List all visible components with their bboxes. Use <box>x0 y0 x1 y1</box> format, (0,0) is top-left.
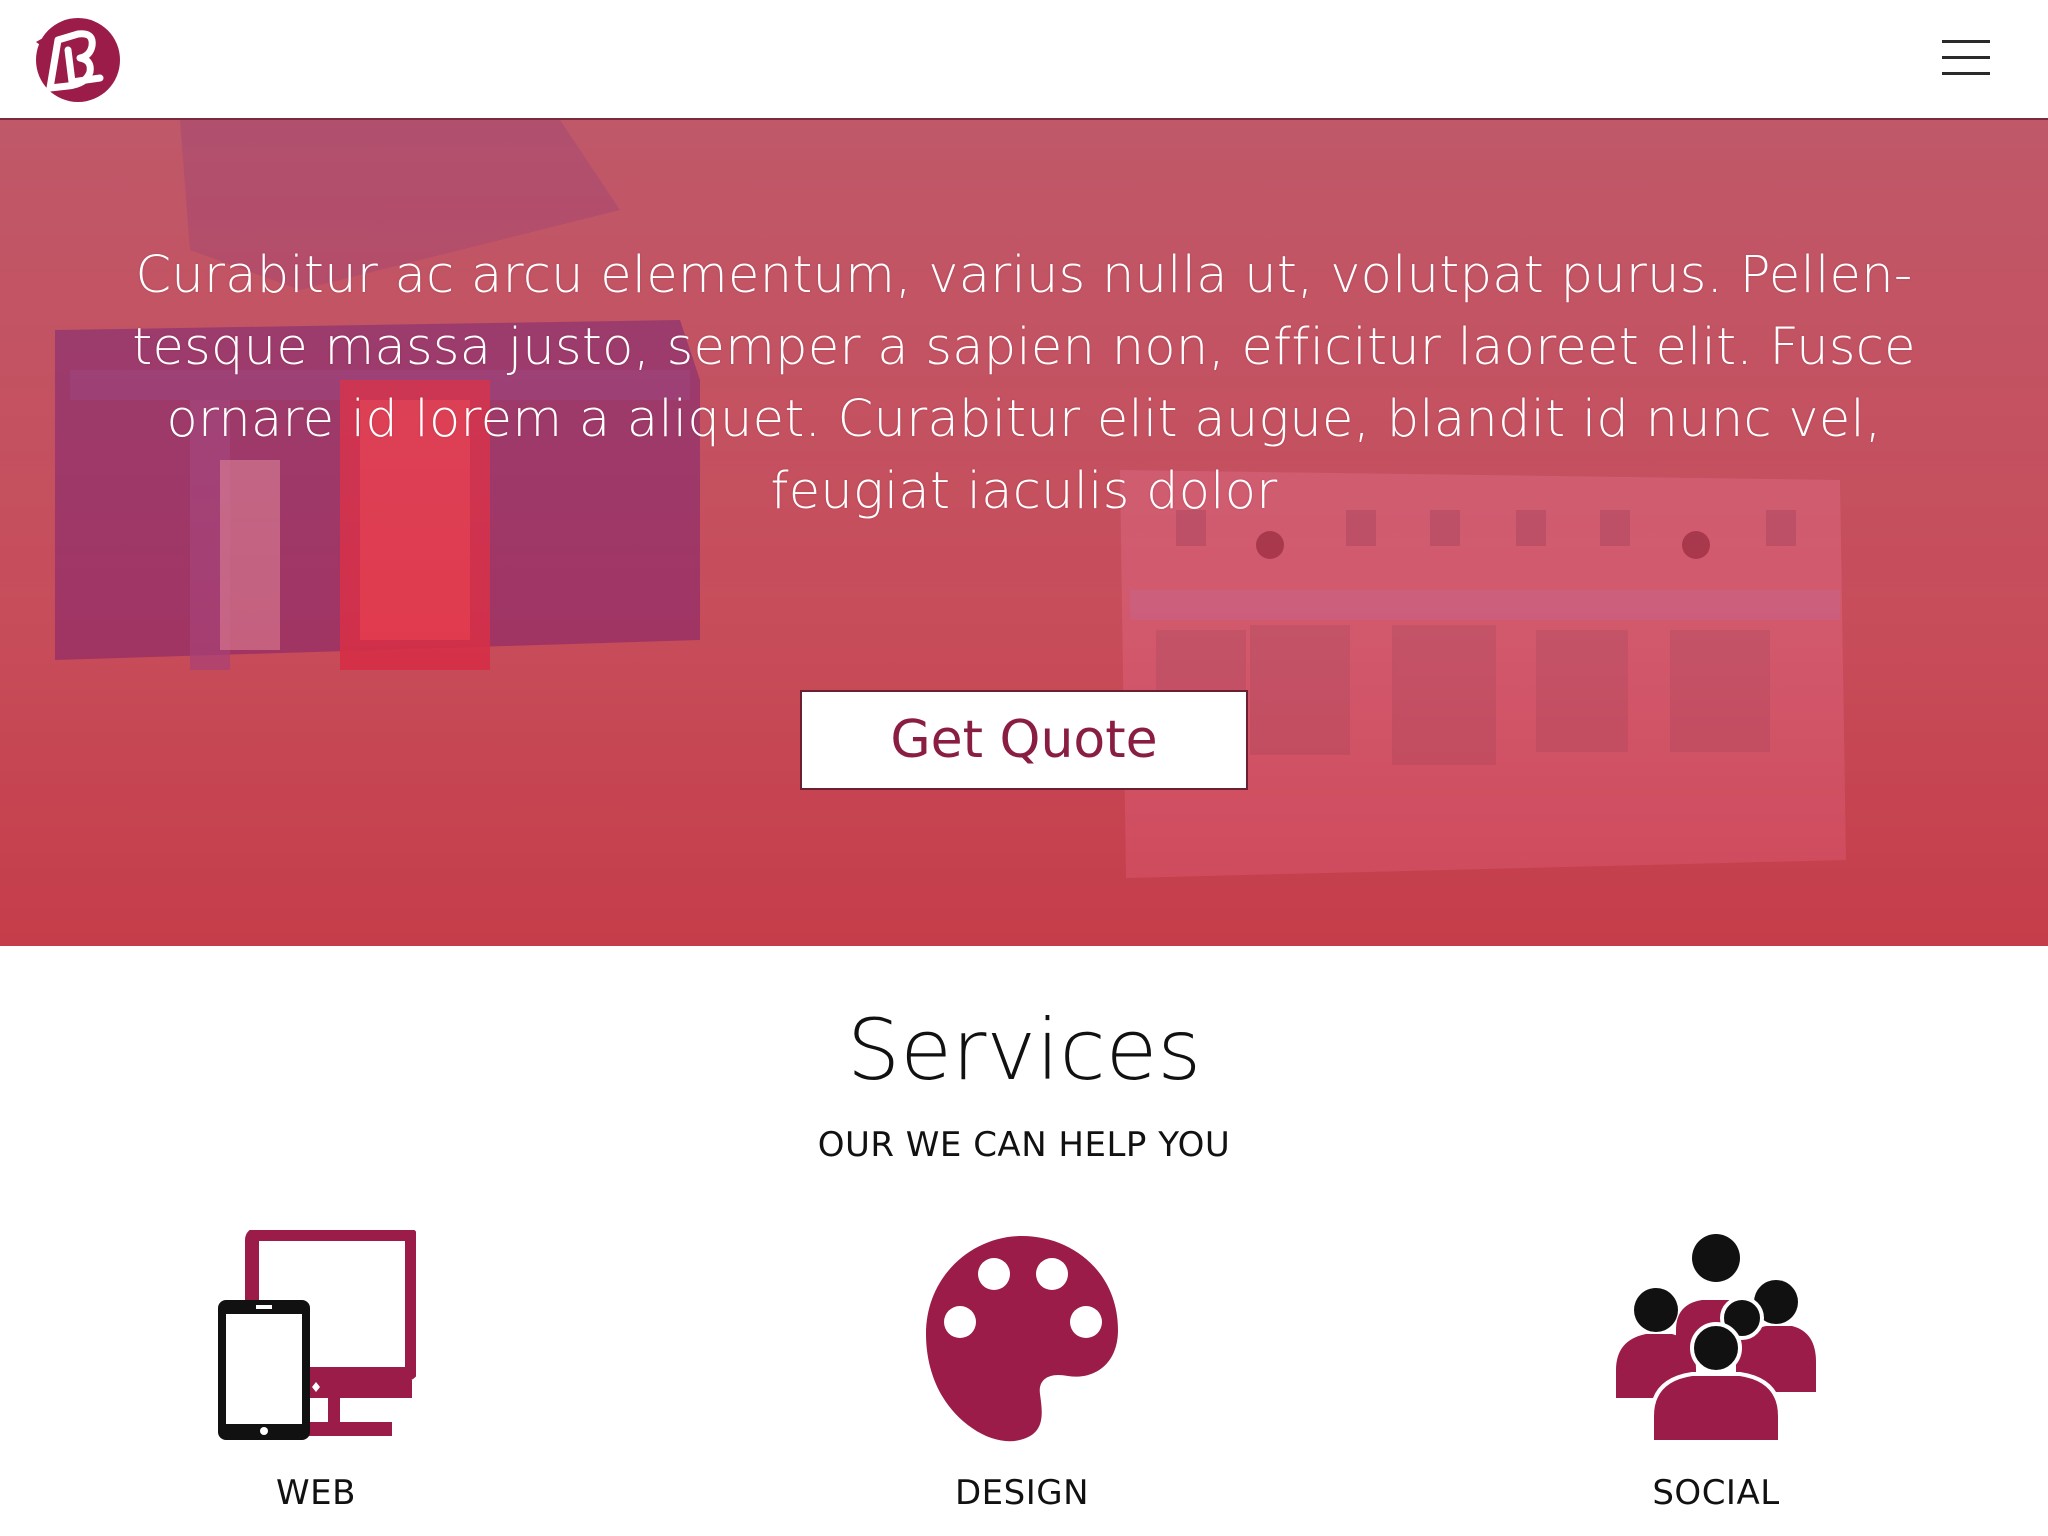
get-quote-button[interactable]: Get Quote <box>800 690 1248 790</box>
devices-icon <box>218 1230 416 1440</box>
services-subtitle: OUR WE CAN HELP YOU <box>817 1125 1231 1165</box>
site-header <box>0 0 2048 120</box>
service-social[interactable]: SOCIAL <box>1516 1230 1916 1536</box>
hero-text: Curabitur ac arcu elementum, varius null… <box>132 246 1916 521</box>
menu-line <box>1942 72 1990 75</box>
hamburger-menu-icon[interactable] <box>1942 40 1990 80</box>
service-label: WEB <box>276 1473 356 1513</box>
menu-line <box>1942 56 1990 59</box>
menu-line <box>1942 40 1990 43</box>
palette-icon <box>926 1236 1118 1442</box>
people-group-icon <box>1616 1234 1816 1444</box>
services-title: Services <box>846 1001 1202 1099</box>
service-design[interactable]: DESIGN <box>822 1230 1222 1536</box>
service-label: DESIGN <box>954 1473 1090 1513</box>
hero-section: Curabitur ac arcu elementum, varius null… <box>0 120 2048 946</box>
brand-logo[interactable] <box>28 12 124 108</box>
service-web[interactable]: WEB <box>116 1230 516 1536</box>
service-label: SOCIAL <box>1652 1473 1780 1513</box>
